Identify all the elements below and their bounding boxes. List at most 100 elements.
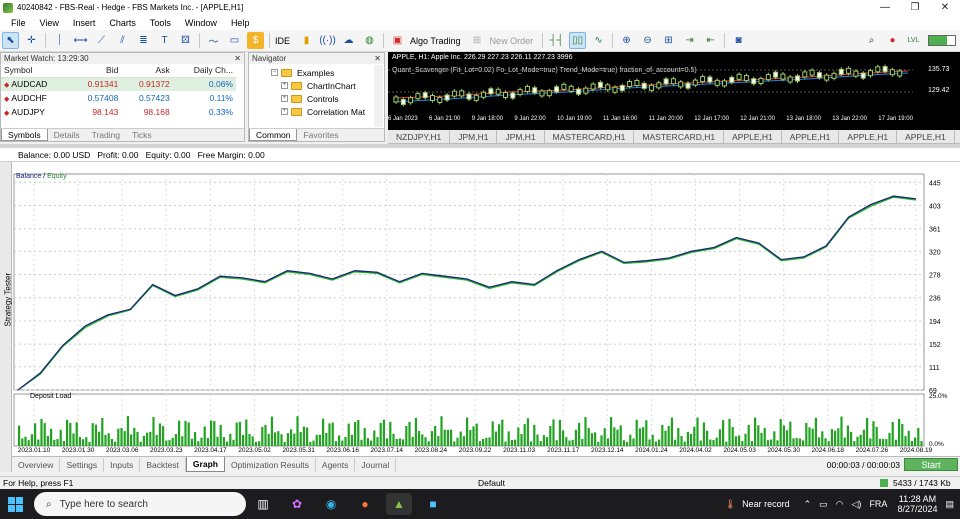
windows-start-icon[interactable]	[0, 489, 30, 519]
chart-tab[interactable]: APPLE,H1	[839, 130, 898, 143]
trendline-icon[interactable]: ⟋	[93, 32, 110, 49]
taskbar-search[interactable]: ⌕ Type here to search	[34, 492, 246, 516]
tab-details[interactable]: Details	[48, 129, 86, 141]
col-ask[interactable]: Ask	[121, 64, 173, 78]
firefox-icon[interactable]: ●	[352, 493, 378, 515]
chart-tab[interactable]: APPLE,H1	[782, 130, 840, 143]
chart-shift-icon[interactable]: ⇤	[702, 32, 719, 49]
menu-charts[interactable]: Charts	[102, 18, 143, 28]
tab-journal[interactable]: Journal	[355, 457, 397, 472]
wifi-icon[interactable]: ◠	[836, 499, 844, 510]
ide-button[interactable]: IDE	[275, 36, 290, 46]
tab-inputs[interactable]: Inputs	[104, 457, 141, 472]
expand-icon[interactable]: +	[281, 82, 288, 89]
notifications-icon[interactable]: ●	[884, 32, 901, 49]
price-chart[interactable]: APPLE, H1: Apple Inc. 226.29 227.23 226.…	[388, 52, 960, 130]
menu-help[interactable]: Help	[224, 18, 257, 28]
signal-icon[interactable]: ((·))	[319, 32, 336, 49]
lock-icon[interactable]: ▮	[298, 32, 315, 49]
new-order-icon[interactable]: ⊞	[469, 32, 486, 49]
copilot-icon[interactable]: ✿	[284, 493, 310, 515]
chart-tab[interactable]: MASTERCARD,H1	[634, 130, 725, 143]
chart-tab[interactable]: JPM,H1	[450, 130, 498, 143]
chart-tab[interactable]: MASTERCARD,H1	[545, 130, 635, 143]
chart-tab[interactable]: APPLE,H1	[724, 130, 782, 143]
close-button[interactable]: ✕	[930, 0, 960, 15]
menu-window[interactable]: Window	[178, 18, 224, 28]
horizontal-line-icon[interactable]: ⟷	[72, 32, 89, 49]
table-row[interactable]: ◆ AUDCAD 0.91341 0.91372 0.06%	[1, 77, 236, 91]
tab-common[interactable]: Common	[249, 129, 298, 141]
col-daily-change[interactable]: Daily Ch...	[172, 64, 236, 78]
bar-chart-icon[interactable]: ┤┤	[548, 32, 565, 49]
tab-graph[interactable]: Graph	[185, 457, 225, 472]
cloud-icon[interactable]: ☁	[340, 32, 357, 49]
table-row[interactable]: ◆ AUDJPY 98.143 98.168 0.33%	[1, 105, 236, 119]
menu-file[interactable]: File	[4, 18, 33, 28]
minimize-button[interactable]: —	[870, 0, 900, 15]
clock[interactable]: 11:28 AM 8/27/2024	[897, 494, 937, 514]
close-icon[interactable]: ✕	[234, 53, 241, 64]
vertical-line-icon[interactable]: ⏐	[51, 32, 68, 49]
globe-icon[interactable]: ◍	[361, 32, 378, 49]
menu-view[interactable]: View	[33, 18, 66, 28]
expand-icon[interactable]: +	[281, 95, 288, 102]
crosshair-icon[interactable]: ✛	[23, 32, 40, 49]
fibonacci-icon[interactable]: ≣	[135, 32, 152, 49]
signals-icon[interactable]: LVL	[905, 32, 922, 49]
expand-icon[interactable]: +	[281, 108, 288, 115]
algo-trading-icon[interactable]: ▣	[389, 32, 406, 49]
tab-favorites[interactable]: Favorites	[297, 129, 344, 141]
tab-agents[interactable]: Agents	[316, 457, 356, 472]
start-button[interactable]: Start	[904, 458, 958, 471]
tab-overview[interactable]: Overview	[12, 457, 61, 472]
screenshot-icon[interactable]: ◙	[730, 32, 747, 49]
channel-icon[interactable]: ⫽	[114, 32, 131, 49]
edge-icon[interactable]: ◉	[318, 493, 344, 515]
chevron-up-icon[interactable]: ⌃	[804, 499, 812, 510]
tab-backtest[interactable]: Backtest	[140, 457, 186, 472]
algo-trading-button[interactable]: Algo Trading	[410, 36, 461, 46]
volume-icon[interactable]: ◁)	[852, 499, 862, 510]
collapse-icon[interactable]: −	[271, 69, 278, 76]
metatrader-icon[interactable]: ▲	[386, 493, 412, 515]
close-icon[interactable]: ✕	[374, 53, 381, 64]
tab-trading[interactable]: Trading	[86, 129, 127, 141]
chart-tab[interactable]: NZDJPY,H1	[388, 130, 451, 143]
language-text[interactable]: FRA	[869, 499, 887, 509]
grid-icon[interactable]: ⊞	[660, 32, 677, 49]
app-window-icon[interactable]: ■	[420, 493, 446, 515]
menu-tools[interactable]: Tools	[143, 18, 178, 28]
shapes-icon[interactable]: ⚄	[177, 32, 194, 49]
zoom-out-icon[interactable]: ⊖	[639, 32, 656, 49]
nav-folder-chartinchart[interactable]: + ChartInChart	[271, 79, 384, 92]
restore-button[interactable]: ❐	[900, 0, 930, 15]
cursor-icon[interactable]: ⬉	[2, 32, 19, 49]
task-view-icon[interactable]: ▥	[250, 493, 276, 515]
new-order-button[interactable]: New Order	[490, 36, 534, 46]
notification-icon[interactable]: ▤	[945, 499, 954, 510]
table-row[interactable]: ◆ AUDCHF 0.57408 0.57423 0.11%	[1, 91, 236, 105]
col-bid[interactable]: Bid	[69, 64, 122, 78]
scrollbar[interactable]	[374, 65, 383, 127]
indicators-icon[interactable]: 〜	[205, 32, 222, 49]
nav-folder-controls[interactable]: + Controls	[271, 92, 384, 105]
templates-icon[interactable]: ▭	[226, 32, 243, 49]
autoscroll-icon[interactable]: ⇥	[681, 32, 698, 49]
chart-tab[interactable]: JPM,H1	[497, 130, 545, 143]
zoom-in-icon[interactable]: ⊕	[618, 32, 635, 49]
tab-ticks[interactable]: Ticks	[126, 129, 158, 141]
col-symbol[interactable]: Symbol	[1, 64, 70, 78]
chart-tab[interactable]: APPLE,H1	[897, 130, 955, 143]
menu-insert[interactable]: Insert	[66, 18, 103, 28]
tab-optimization-results[interactable]: Optimization Results	[225, 457, 316, 472]
line-chart-icon[interactable]: ∿	[590, 32, 607, 49]
candlestick-icon[interactable]: ▯▯	[569, 32, 587, 49]
network-icon[interactable]: ▭	[819, 499, 828, 510]
tab-settings[interactable]: Settings	[60, 457, 105, 472]
text-tool-icon[interactable]: T	[156, 32, 173, 49]
search-icon[interactable]: ⌕	[863, 32, 880, 49]
news-text[interactable]: Near record	[742, 499, 790, 509]
nav-folder-examples[interactable]: − Examples	[271, 66, 384, 79]
tab-symbols[interactable]: Symbols	[1, 129, 48, 141]
